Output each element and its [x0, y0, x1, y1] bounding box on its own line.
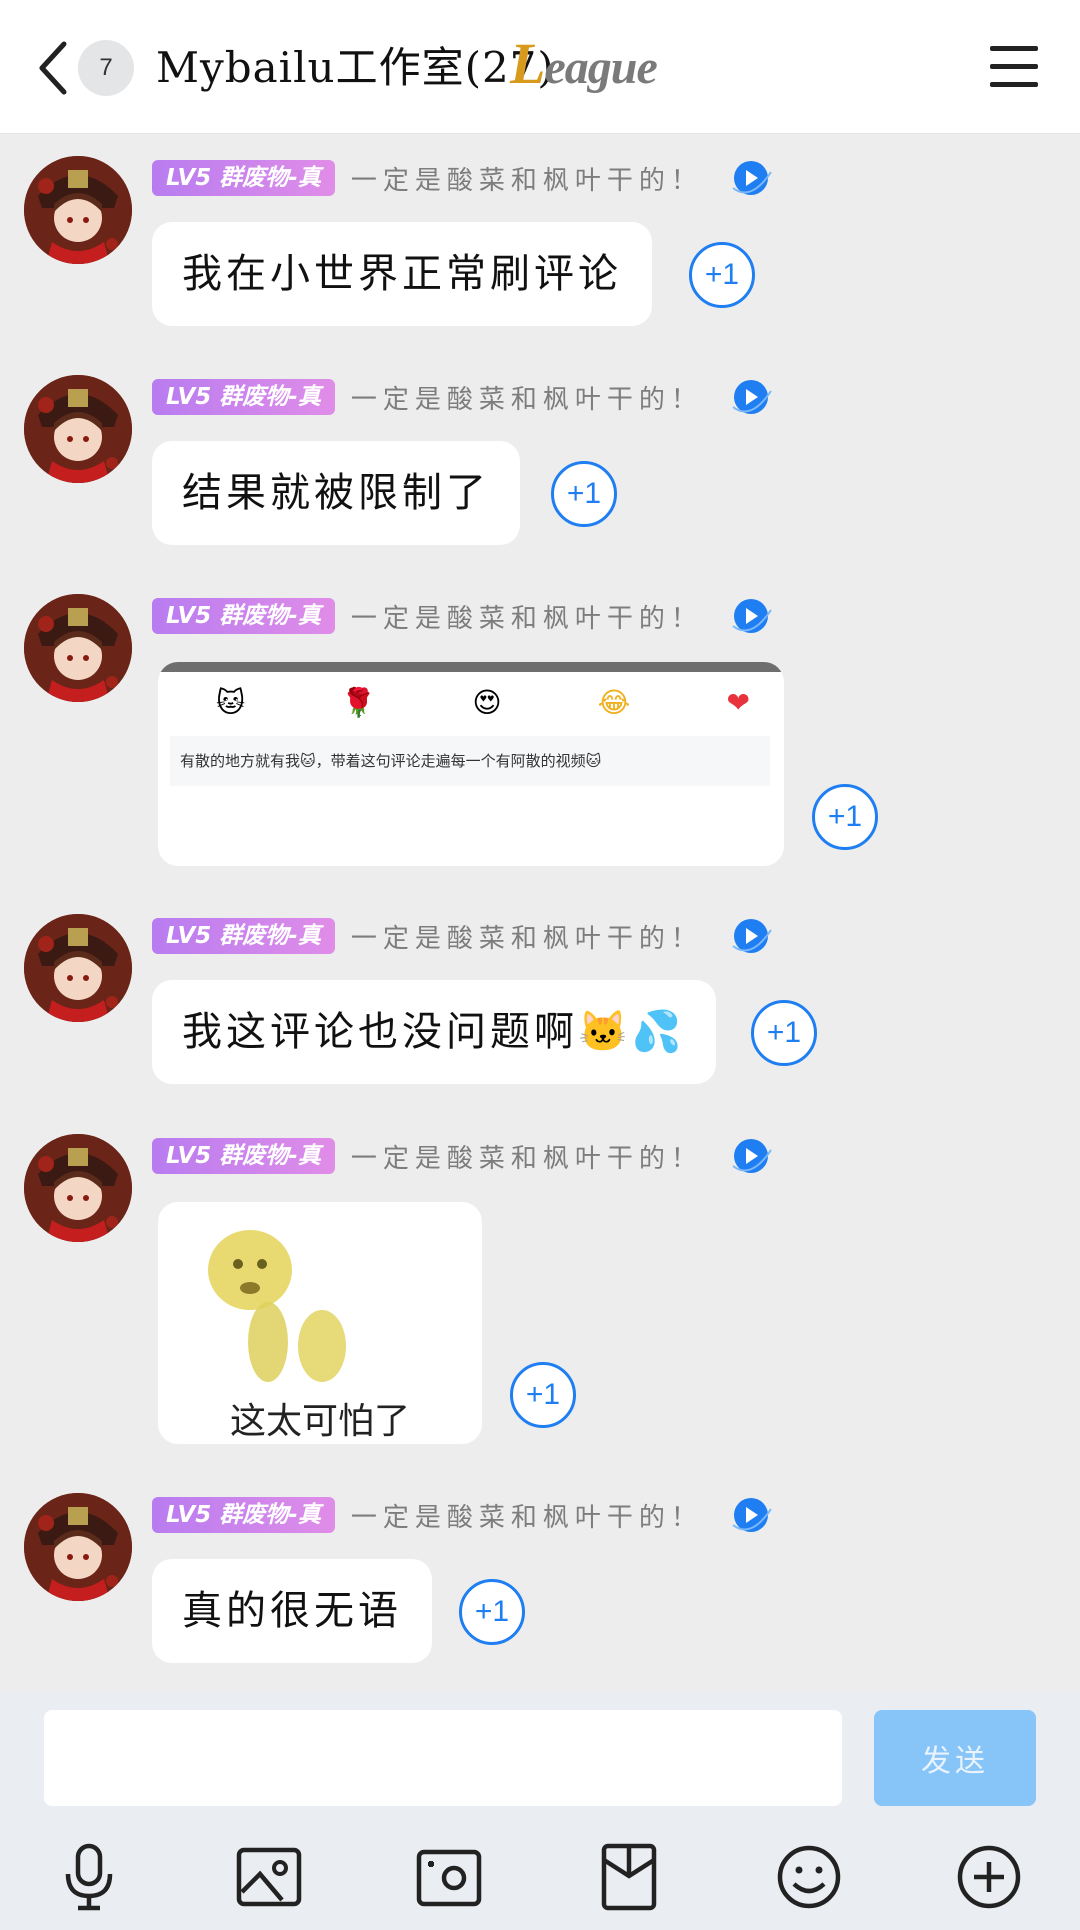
plus-one-button[interactable]: +1	[551, 461, 617, 527]
emoji-row: 🐱 🌹 😍 😂 ❤	[158, 672, 784, 732]
plus-icon[interactable]	[954, 1842, 1024, 1912]
level-tag: LV5 群废物-真	[152, 379, 335, 415]
sender-meta: LV5 群废物-真 一定是酸菜和枫叶干的！	[152, 598, 775, 634]
sender-nickname[interactable]: 一定是酸菜和枫叶干的！	[351, 598, 703, 635]
plus-one-button[interactable]: +1	[689, 242, 755, 308]
camera-icon[interactable]	[414, 1842, 484, 1912]
emoji-laughing: 😂	[597, 686, 631, 719]
sender-nickname[interactable]: 一定是酸菜和枫叶干的！	[351, 379, 703, 416]
send-button[interactable]: 发送	[874, 1710, 1036, 1806]
emoji-icon[interactable]	[774, 1842, 844, 1912]
image-icon[interactable]	[234, 1842, 304, 1912]
sender-meta: LV5 群废物-真 一定是酸菜和枫叶干的！	[152, 379, 775, 415]
avatar[interactable]	[24, 1493, 132, 1601]
message-bubble[interactable]: 结果就被限制了	[152, 441, 520, 545]
level-tag: LV5 群废物-真	[152, 1497, 335, 1533]
level-tag: LV5 群废物-真	[152, 598, 335, 634]
play-icon[interactable]	[727, 1495, 775, 1535]
image-top-bar	[158, 662, 784, 672]
back-arrow-icon[interactable]	[30, 38, 80, 98]
play-icon[interactable]	[727, 596, 775, 636]
level-tag: LV5 群废物-真	[152, 918, 335, 954]
avatar[interactable]	[24, 156, 132, 264]
avatar[interactable]	[24, 594, 132, 702]
message-bubble[interactable]: 真的很无语	[152, 1559, 432, 1663]
emoji-heart: ❤	[726, 686, 750, 719]
level-tag: LV5 群废物-真	[152, 1138, 335, 1174]
sender-meta: LV5 群废物-真 一定是酸菜和枫叶干的！	[152, 1138, 775, 1174]
plus-one-button[interactable]: +1	[459, 1579, 525, 1645]
comment-text: 有散的地方就有我🐱，带着这句评论走遍每一个有阿散的视频🐱	[170, 736, 770, 786]
sender-meta: LV5 群废物-真 一定是酸菜和枫叶干的！	[152, 918, 775, 954]
play-icon[interactable]	[727, 158, 775, 198]
message-bubble[interactable]: 我在小世界正常刷评论	[152, 222, 652, 326]
emoji-heart-eyes: 😍	[472, 686, 502, 719]
red-packet-icon[interactable]	[594, 1842, 664, 1912]
sender-nickname[interactable]: 一定是酸菜和枫叶干的！	[351, 1497, 703, 1534]
emoji-doge: 🐱	[216, 686, 246, 719]
plus-one-button[interactable]: +1	[510, 1362, 576, 1428]
sticker-image[interactable]: 这太可怕了	[158, 1202, 482, 1444]
sender-meta: LV5 群废物-真 一定是酸菜和枫叶干的！	[152, 160, 775, 196]
unread-badge[interactable]: 7	[78, 40, 134, 96]
screenshot-image[interactable]: 🐱 🌹 😍 😂 ❤ 有散的地方就有我🐱，带着这句评论走遍每一个有阿散的视频🐱	[158, 662, 784, 866]
chat-title: Mybailu工作室(27)	[156, 43, 555, 92]
league-logo: League	[510, 31, 658, 96]
plus-one-button[interactable]: +1	[812, 784, 878, 850]
message-bubble[interactable]: 我这评论也没问题啊🐱💦	[152, 980, 716, 1084]
play-icon[interactable]	[727, 916, 775, 956]
play-icon[interactable]	[727, 377, 775, 417]
avatar[interactable]	[24, 1134, 132, 1242]
avatar[interactable]	[24, 375, 132, 483]
chat-header: 7 Mybailu工作室(27) League	[0, 0, 1080, 134]
plus-one-button[interactable]: +1	[751, 1000, 817, 1066]
sender-nickname[interactable]: 一定是酸菜和枫叶干的！	[351, 160, 703, 197]
sticker-face-art	[208, 1230, 346, 1382]
message-input[interactable]	[44, 1710, 842, 1806]
input-bar: 发送	[0, 1692, 1080, 1930]
emoji-rose: 🌹	[341, 686, 377, 719]
sticker-caption: 这太可怕了	[229, 1401, 410, 1442]
level-tag: LV5 群废物-真	[152, 160, 335, 196]
microphone-icon[interactable]	[54, 1842, 124, 1912]
play-icon[interactable]	[727, 1136, 775, 1176]
sender-meta: LV5 群废物-真 一定是酸菜和枫叶干的！	[152, 1497, 775, 1533]
avatar[interactable]	[24, 914, 132, 1022]
sender-nickname[interactable]: 一定是酸菜和枫叶干的！	[351, 918, 703, 955]
sender-nickname[interactable]: 一定是酸菜和枫叶干的！	[351, 1138, 703, 1175]
menu-icon[interactable]	[990, 46, 1038, 88]
